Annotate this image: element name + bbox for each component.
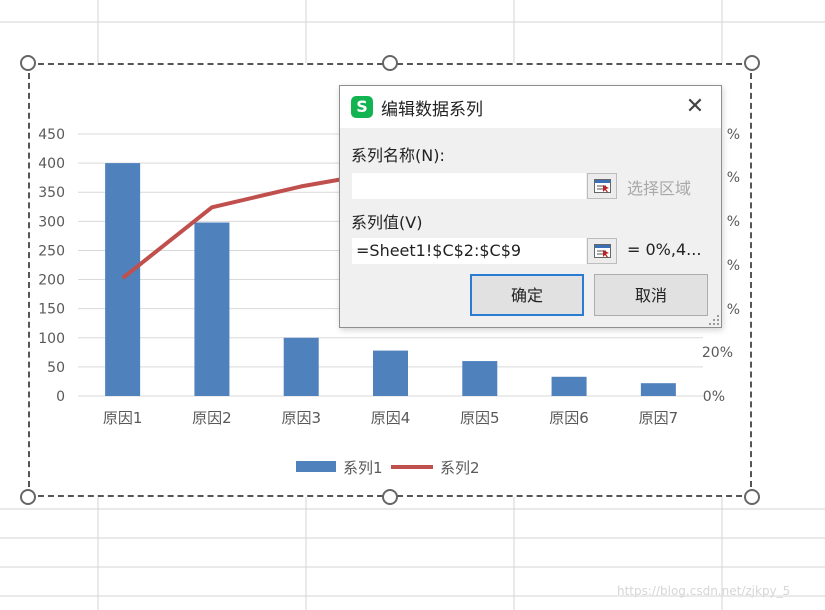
series-name-label: 系列名称(N): xyxy=(351,146,445,165)
dialog-titlebar[interactable]: S 编辑数据系列 ✕ xyxy=(340,86,721,128)
bar xyxy=(551,376,587,396)
y-tick-label: 100 xyxy=(38,331,65,347)
series-values-input[interactable] xyxy=(352,238,586,264)
ok-button[interactable]: 确定 xyxy=(470,274,584,316)
resize-handle-top-right[interactable] xyxy=(744,55,760,71)
x-tick-label: 原因5 xyxy=(460,409,500,427)
y2-tick-label: 0% xyxy=(703,389,725,405)
bar xyxy=(462,361,498,396)
bar xyxy=(640,383,676,396)
legend-swatch-series1 xyxy=(296,461,336,472)
close-icon[interactable]: ✕ xyxy=(684,96,706,118)
x-tick-label: 原因3 xyxy=(281,409,321,427)
y-tick-label: 400 xyxy=(38,156,65,172)
resize-handle-bottom-left[interactable] xyxy=(20,489,36,505)
legend-label-series2: 系列2 xyxy=(440,459,480,477)
range-select-icon xyxy=(594,244,611,258)
series-values-label: 系列值(V) xyxy=(351,213,423,232)
series-values-range-button[interactable] xyxy=(587,238,617,264)
y2-tick-label: % xyxy=(727,170,740,186)
y2-tick-label: % xyxy=(727,258,740,274)
y2-tick-label: % xyxy=(727,127,740,143)
resize-handle-bottom-middle[interactable] xyxy=(382,489,398,505)
y-tick-label: 200 xyxy=(38,273,65,289)
cancel-button[interactable]: 取消 xyxy=(594,274,708,316)
y2-tick-label: % xyxy=(727,302,740,318)
series-name-input[interactable] xyxy=(352,173,586,199)
range-select-icon xyxy=(594,179,611,193)
resize-handle-top-middle[interactable] xyxy=(382,55,398,71)
y-tick-label: 250 xyxy=(38,243,65,259)
bar xyxy=(194,222,230,396)
y-tick-label: 350 xyxy=(38,185,65,201)
y-tick-label: 50 xyxy=(47,360,65,376)
y2-tick-label: 20% xyxy=(702,345,733,361)
y-tick-label: 0 xyxy=(56,389,65,405)
x-tick-label: 原因6 xyxy=(549,409,589,427)
x-tick-label: 原因7 xyxy=(639,409,679,427)
y-tick-label: 150 xyxy=(38,302,65,318)
series-values-preview: = 0%,4... xyxy=(627,240,702,259)
x-tick-label: 原因2 xyxy=(192,409,232,427)
watermark: https://blog.csdn.net/zjkpy_5 xyxy=(617,584,791,598)
bar xyxy=(283,337,319,396)
app-logo-icon: S xyxy=(351,96,373,118)
bar xyxy=(373,350,408,396)
x-tick-label: 原因1 xyxy=(103,409,143,427)
y-tick-label: 450 xyxy=(38,127,65,143)
resize-handle-top-left[interactable] xyxy=(20,55,36,71)
series-name-hint: 选择区域 xyxy=(627,179,692,198)
resize-grip-icon[interactable] xyxy=(709,315,719,325)
legend-label-series1: 系列1 xyxy=(343,459,383,477)
bar xyxy=(105,163,141,396)
series-name-range-button[interactable] xyxy=(587,173,617,199)
edit-series-dialog: S 编辑数据系列 ✕ 系列名称(N): 选择区域 系列值(V) =Sheet1!… xyxy=(339,85,722,328)
x-tick-label: 原因4 xyxy=(371,409,411,427)
y2-tick-label: % xyxy=(727,214,740,230)
dialog-title: 编辑数据系列 xyxy=(381,100,483,120)
resize-handle-bottom-right[interactable] xyxy=(744,489,760,505)
y-tick-label: 300 xyxy=(38,214,65,230)
